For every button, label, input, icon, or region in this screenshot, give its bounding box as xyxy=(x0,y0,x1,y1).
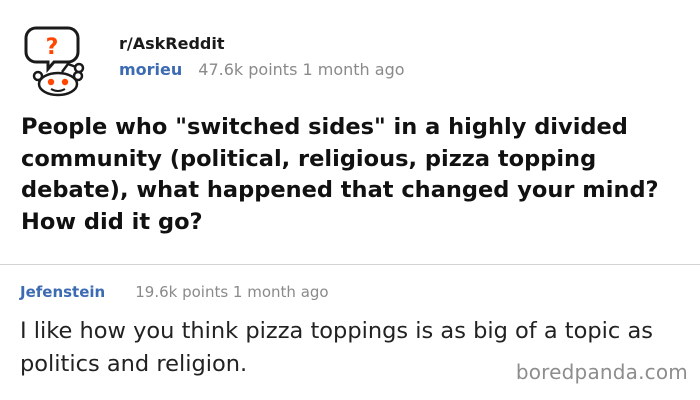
comment-author[interactable]: Jefenstein xyxy=(20,283,105,301)
askreddit-snoo-icon[interactable]: ? xyxy=(22,18,94,98)
comment-points-time: 19.6k points 1 month ago xyxy=(135,283,329,301)
svg-text:?: ? xyxy=(46,35,59,60)
comment-byline: Jefenstein 19.6k points 1 month ago xyxy=(20,281,329,303)
snoo-svg: ? xyxy=(24,26,85,97)
post-author[interactable]: morieu xyxy=(119,60,182,79)
subreddit-name[interactable]: r/AskReddit xyxy=(119,34,405,54)
post-header: ? r/AskReddit morieu 47.6k points 1 month… xyxy=(0,0,700,265)
comment: Jefenstein 19.6k points 1 month ago I lik… xyxy=(0,265,700,400)
post-meta: r/AskReddit morieu 47.6k points 1 month a… xyxy=(119,34,405,80)
screenshot: ? r/AskReddit morieu 47.6k points 1 month… xyxy=(0,0,700,400)
post-points-time: 47.6k points 1 month ago xyxy=(198,60,405,79)
watermark: boredpanda.com xyxy=(515,360,688,384)
post-title[interactable]: People who "switched sides" in a highly … xyxy=(21,112,691,238)
post-byline: morieu 47.6k points 1 month ago xyxy=(119,60,405,80)
